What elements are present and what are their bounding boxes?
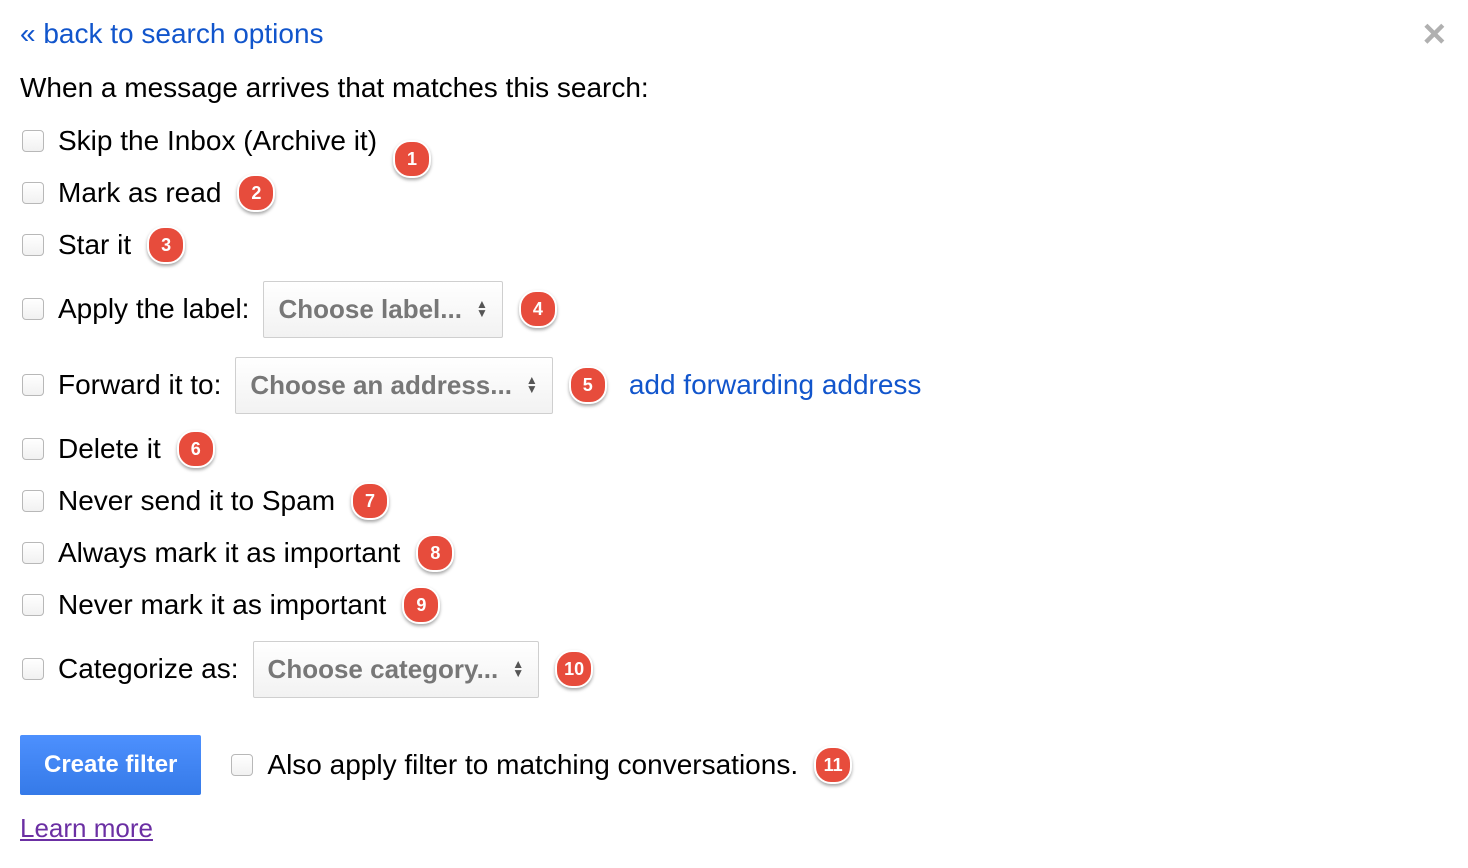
annotation-badge-4: 4	[519, 290, 557, 328]
never-spam-checkbox[interactable]	[22, 490, 44, 512]
option-always-important-row: Always mark it as important 8	[20, 534, 1448, 572]
option-delete-it-row: Delete it 6	[20, 430, 1448, 468]
always-important-label: Always mark it as important	[58, 537, 400, 569]
delete-it-checkbox[interactable]	[22, 438, 44, 460]
option-skip-inbox-row: Skip the Inbox (Archive it) 1	[20, 122, 1448, 160]
categorize-label: Categorize as:	[58, 653, 239, 685]
footer-row: Create filter Also apply filter to match…	[20, 735, 1448, 795]
option-apply-label-row: Apply the label: Choose label... ▲▼ 4	[20, 278, 1448, 340]
annotation-badge-7: 7	[351, 482, 389, 520]
also-apply-container: Also apply filter to matching conversati…	[229, 749, 798, 781]
categorize-select-text: Choose category...	[268, 654, 499, 685]
never-important-label: Never mark it as important	[58, 589, 386, 621]
learn-more-link[interactable]: Learn more	[20, 813, 153, 844]
option-mark-read-row: Mark as read 2	[20, 174, 1448, 212]
star-it-label: Star it	[58, 229, 131, 261]
apply-label-label: Apply the label:	[58, 293, 249, 325]
never-spam-label: Never send it to Spam	[58, 485, 335, 517]
forward-checkbox[interactable]	[22, 374, 44, 396]
select-stepper-icon: ▲▼	[476, 300, 488, 318]
option-never-important-row: Never mark it as important 9	[20, 586, 1448, 624]
annotation-badge-10: 10	[555, 650, 593, 688]
skip-inbox-checkbox[interactable]	[22, 130, 44, 152]
categorize-select[interactable]: Choose category... ▲▼	[253, 641, 540, 698]
annotation-badge-1: 1	[393, 140, 431, 178]
annotation-badge-8: 8	[416, 534, 454, 572]
forward-label: Forward it to:	[58, 369, 221, 401]
annotation-badge-3: 3	[147, 226, 185, 264]
select-stepper-icon: ▲▼	[526, 376, 538, 394]
option-categorize-row: Categorize as: Choose category... ▲▼ 10	[20, 638, 1448, 700]
annotation-badge-6: 6	[177, 430, 215, 468]
annotation-badge-2: 2	[237, 174, 275, 212]
also-apply-label: Also apply filter to matching conversati…	[267, 749, 798, 781]
skip-inbox-label: Skip the Inbox (Archive it)	[58, 125, 377, 157]
select-stepper-icon: ▲▼	[512, 660, 524, 678]
add-forwarding-address-link[interactable]: add forwarding address	[629, 369, 922, 401]
filter-panel: « back to search options × When a messag…	[0, 0, 1468, 864]
mark-read-checkbox[interactable]	[22, 182, 44, 204]
back-to-search-link[interactable]: « back to search options	[20, 18, 324, 50]
option-star-it-row: Star it 3	[20, 226, 1448, 264]
panel-heading: When a message arrives that matches this…	[20, 72, 1448, 104]
apply-label-select-text: Choose label...	[278, 294, 462, 325]
annotation-badge-11: 11	[814, 746, 852, 784]
also-apply-checkbox[interactable]	[231, 754, 253, 776]
apply-label-checkbox[interactable]	[22, 298, 44, 320]
forward-address-select[interactable]: Choose an address... ▲▼	[235, 357, 552, 414]
annotation-badge-5: 5	[569, 366, 607, 404]
delete-it-label: Delete it	[58, 433, 161, 465]
always-important-checkbox[interactable]	[22, 542, 44, 564]
annotation-badge-9: 9	[402, 586, 440, 624]
mark-read-label: Mark as read	[58, 177, 221, 209]
create-filter-button[interactable]: Create filter	[20, 735, 201, 795]
categorize-checkbox[interactable]	[22, 658, 44, 680]
forward-address-select-text: Choose an address...	[250, 370, 512, 401]
never-important-checkbox[interactable]	[22, 594, 44, 616]
option-never-spam-row: Never send it to Spam 7	[20, 482, 1448, 520]
apply-label-select[interactable]: Choose label... ▲▼	[263, 281, 502, 338]
close-icon[interactable]: ×	[1423, 14, 1446, 54]
star-it-checkbox[interactable]	[22, 234, 44, 256]
option-forward-row: Forward it to: Choose an address... ▲▼ 5…	[20, 354, 1448, 416]
